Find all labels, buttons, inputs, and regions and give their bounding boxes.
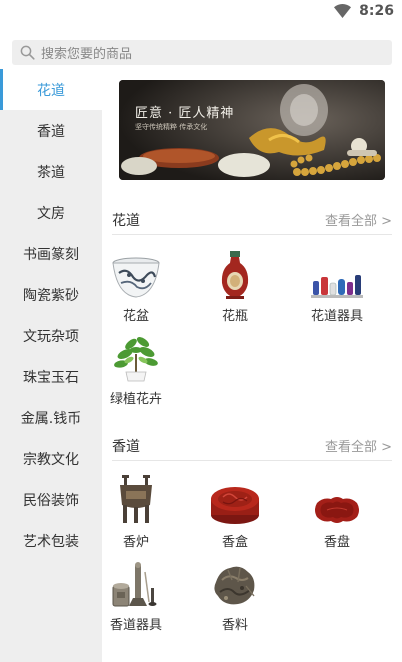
vase-icon [221, 251, 249, 299]
sidebar-item-label: 珠宝玉石 [23, 369, 79, 386]
category-item[interactable]: 香道器具 [96, 558, 176, 633]
sidebar-item-chadao[interactable]: 茶道 [0, 151, 102, 192]
section-header: 花道 查看全部 > [112, 205, 392, 235]
section-title: 香道 [112, 438, 140, 455]
incense-burner-icon [120, 475, 152, 523]
view-all-link[interactable]: 查看全部 > [325, 210, 392, 229]
category-item[interactable]: 花盆 [96, 249, 176, 324]
category-item[interactable]: 香炉 [96, 475, 176, 550]
category-item[interactable]: 花瓶 [195, 249, 275, 324]
category-label: 香料 [221, 618, 248, 633]
sidebar-item-label: 花道 [37, 82, 65, 99]
category-label: 香盒 [221, 535, 248, 550]
incense-plate-icon [315, 497, 359, 523]
category-label: 绿植花卉 [109, 392, 162, 407]
sidebar-item-xiangdao[interactable]: 香道 [0, 110, 102, 151]
sidebar-item-minsu[interactable]: 民俗装饰 [0, 479, 102, 520]
sidebar-item-shuhua[interactable]: 书画篆刻 [0, 233, 102, 274]
search-bar[interactable]: 搜索您要的商品 [12, 40, 392, 65]
sidebar-item-label: 茶道 [37, 164, 65, 181]
section-header: 香道 查看全部 > [112, 431, 392, 461]
sidebar-item-label: 书画篆刻 [23, 246, 79, 263]
banner-subtitle: 坚守传统精粹 传承文化 [135, 123, 208, 131]
green-plant-icon [114, 337, 158, 382]
category-item[interactable]: 绿植花卉 [96, 332, 176, 407]
category-item[interactable]: 香盘 [297, 475, 377, 550]
category-label: 花道器具 [310, 309, 363, 324]
category-item[interactable]: 香料 [195, 558, 275, 633]
sidebar-item-zhubao[interactable]: 珠宝玉石 [0, 356, 102, 397]
status-bar: 8:26 [0, 0, 402, 26]
sidebar-item-label: 民俗装饰 [23, 492, 79, 509]
sidebar-item-label: 金属.钱币 [20, 410, 82, 427]
category-label: 香炉 [122, 535, 149, 550]
flower-pot-icon [112, 257, 160, 298]
sidebar-item-label: 宗教文化 [23, 451, 79, 468]
category-item[interactable]: 香盒 [195, 475, 275, 550]
category-sidebar: 花道 香道 茶道 文房 书画篆刻 陶瓷紫砂 文玩杂项 珠宝玉石 金属.钱币 宗教… [0, 69, 102, 662]
category-label: 花瓶 [221, 309, 248, 324]
sidebar-item-jinshu[interactable]: 金属.钱币 [0, 397, 102, 438]
section-huadao: 花道 查看全部 > 花盆 花瓶 花道器具 绿植花卉 [110, 205, 392, 425]
spice-icon [214, 566, 255, 605]
category-label: 香盘 [323, 535, 350, 550]
promo-banner[interactable]: 匠意 · 匠人精神 坚守传统精粹 传承文化 [119, 80, 385, 180]
sidebar-item-label: 文房 [37, 205, 65, 222]
wifi-icon [334, 4, 352, 18]
sidebar-item-label: 文玩杂项 [23, 328, 79, 345]
flower-tools-icon [311, 275, 363, 298]
status-right: 8:26 [334, 3, 394, 19]
sidebar-item-label: 艺术包装 [23, 533, 79, 550]
category-item[interactable]: 花道器具 [297, 249, 377, 324]
section-title: 花道 [112, 212, 140, 229]
sidebar-item-yishu[interactable]: 艺术包装 [0, 520, 102, 561]
incense-box-icon [211, 487, 259, 524]
search-icon [20, 45, 35, 60]
sidebar-item-label: 香道 [37, 123, 65, 140]
sidebar-item-label: 陶瓷紫砂 [23, 287, 79, 304]
incense-tools-icon [112, 562, 157, 607]
view-all-link[interactable]: 查看全部 > [325, 436, 392, 455]
category-label: 香道器具 [109, 618, 162, 633]
banner-title: 匠意 · 匠人精神 [135, 106, 235, 121]
section-xiangdao: 香道 查看全部 > 香炉 香盒 香盘 香道器具 香料 [110, 431, 392, 661]
sidebar-item-huadao[interactable]: 花道 [0, 69, 102, 110]
sidebar-item-zongjiao[interactable]: 宗教文化 [0, 438, 102, 479]
sidebar-item-wenfang[interactable]: 文房 [0, 192, 102, 233]
category-label: 花盆 [122, 309, 149, 324]
status-time: 8:26 [359, 3, 394, 19]
sidebar-item-taoci[interactable]: 陶瓷紫砂 [0, 274, 102, 315]
sidebar-item-wenwan[interactable]: 文玩杂项 [0, 315, 102, 356]
search-input[interactable]: 搜索您要的商品 [41, 43, 132, 62]
